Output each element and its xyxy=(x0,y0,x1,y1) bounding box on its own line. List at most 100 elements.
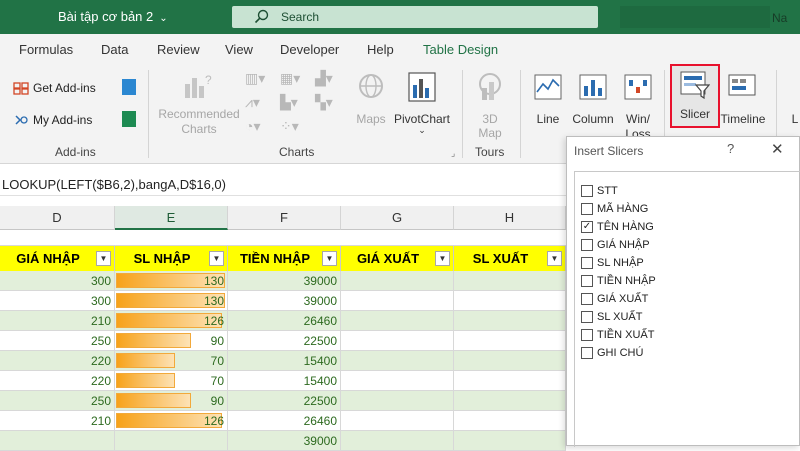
table-cell[interactable]: 300 xyxy=(0,291,115,311)
line-chart-icon[interactable]: ⩘▾ xyxy=(245,94,273,114)
table-cell[interactable]: 39000 xyxy=(228,271,341,291)
table-cell[interactable]: 22500 xyxy=(228,391,341,411)
worksheet-grid[interactable]: D E F G H GIÁ NHẬP ▼ SL NHẬP ▼ TIỀN NHẬP ▼ … xyxy=(0,206,566,451)
timeline-button[interactable]: Timeline xyxy=(720,70,766,142)
checkbox[interactable] xyxy=(581,185,593,197)
table-cell[interactable]: 250 xyxy=(0,331,115,351)
checkbox[interactable] xyxy=(581,275,593,287)
table-cell[interactable]: 210 xyxy=(0,411,115,431)
table-cell[interactable]: 15400 xyxy=(228,351,341,371)
table-cell[interactable] xyxy=(341,331,454,351)
table-cell[interactable]: 70 xyxy=(115,371,228,391)
bing-icon[interactable] xyxy=(122,79,136,95)
checkbox-checked[interactable]: ✓ xyxy=(581,221,593,233)
table-cell[interactable]: 90 xyxy=(115,391,228,411)
table-cell[interactable]: 250 xyxy=(0,391,115,411)
table-cell[interactable] xyxy=(341,391,454,411)
pivotchart-button[interactable]: PivotChart ⌄ xyxy=(392,70,452,142)
table-cell[interactable] xyxy=(454,431,566,451)
table-cell[interactable] xyxy=(341,311,454,331)
table-cell[interactable] xyxy=(454,291,566,311)
table-cell[interactable]: 210 xyxy=(0,311,115,331)
sparkline-column-button[interactable]: Column xyxy=(570,70,616,142)
table-cell[interactable]: 130 xyxy=(115,271,228,291)
combo-chart-icon[interactable]: ▚▾ xyxy=(315,94,343,114)
filter-dropdown-icon[interactable]: ▼ xyxy=(322,251,337,266)
table-cell[interactable]: 15400 xyxy=(228,371,341,391)
table-cell[interactable]: 220 xyxy=(0,351,115,371)
table-header-gia-nhap[interactable]: GIÁ NHẬP ▼ xyxy=(0,246,115,271)
user-name[interactable]: Na xyxy=(772,11,787,25)
filter-dropdown-icon[interactable]: ▼ xyxy=(435,251,450,266)
table-cell[interactable]: 26460 xyxy=(228,411,341,431)
column-header-g[interactable]: G xyxy=(341,206,454,230)
checkbox[interactable] xyxy=(581,311,593,323)
checkbox[interactable] xyxy=(581,293,593,305)
table-header-gia-xuat[interactable]: GIÁ XUẤT ▼ xyxy=(341,246,454,271)
filter-dropdown-icon[interactable]: ▼ xyxy=(547,251,562,266)
column-header-f[interactable]: F xyxy=(228,206,341,230)
table-cell[interactable]: 126 xyxy=(115,411,228,431)
tab-developer[interactable]: Developer xyxy=(280,42,339,57)
table-cell[interactable]: 126 xyxy=(115,311,228,331)
search-box[interactable]: Search xyxy=(232,6,598,28)
dialog-launcher-icon[interactable]: ⌟ xyxy=(451,148,461,158)
visio-icon[interactable] xyxy=(122,111,136,127)
checkbox[interactable] xyxy=(581,347,593,359)
table-cell[interactable] xyxy=(341,431,454,451)
3d-map-button[interactable]: 3D Map xyxy=(470,70,510,142)
sparkline-winloss-button[interactable]: Win/ Loss xyxy=(618,70,658,142)
table-cell[interactable]: 26460 xyxy=(228,311,341,331)
close-icon[interactable]: ✕ xyxy=(771,140,784,158)
tab-review[interactable]: Review xyxy=(157,42,200,57)
tab-formulas[interactable]: Formulas xyxy=(19,42,73,57)
column-header-e[interactable]: E xyxy=(115,206,228,230)
table-cell[interactable] xyxy=(0,431,115,451)
pie-chart-icon[interactable]: ◔▾ xyxy=(245,118,273,138)
slicer-button[interactable]: Slicer xyxy=(670,64,720,128)
table-cell[interactable]: 39000 xyxy=(228,431,341,451)
table-cell[interactable]: 39000 xyxy=(228,291,341,311)
document-title[interactable]: Bài tập cơ bản 2 ⌄ xyxy=(58,9,168,24)
table-cell[interactable]: 90 xyxy=(115,331,228,351)
formula-bar[interactable]: LOOKUP(LEFT($B6,2),bangA,D$16,0) xyxy=(0,168,566,196)
help-icon[interactable]: ? xyxy=(727,141,734,156)
table-cell[interactable] xyxy=(341,411,454,431)
checkbox[interactable] xyxy=(581,329,593,341)
table-cell[interactable] xyxy=(454,311,566,331)
table-cell[interactable]: 300 xyxy=(0,271,115,291)
table-cell[interactable]: 22500 xyxy=(228,331,341,351)
sparkline-line-button[interactable]: Line xyxy=(528,70,568,142)
maps-button[interactable]: Maps xyxy=(352,70,390,142)
table-cell[interactable] xyxy=(454,331,566,351)
link-button[interactable]: L xyxy=(790,70,800,142)
table-cell[interactable] xyxy=(341,351,454,371)
checkbox[interactable] xyxy=(581,239,593,251)
formula-text[interactable]: LOOKUP(LEFT($B6,2),bangA,D$16,0) xyxy=(2,177,226,192)
filter-dropdown-icon[interactable]: ▼ xyxy=(209,251,224,266)
table-cell[interactable]: 220 xyxy=(0,371,115,391)
table-header-sl-xuat[interactable]: SL XUẤT ▼ xyxy=(454,246,566,271)
column-header-h[interactable]: H xyxy=(454,206,566,230)
table-cell[interactable] xyxy=(341,291,454,311)
column-chart-icon[interactable]: ▥▾ xyxy=(245,70,273,90)
get-addins-button[interactable]: Get Add-ins xyxy=(13,79,133,97)
my-addins-button[interactable]: My Add-ins xyxy=(13,111,133,129)
checkbox[interactable] xyxy=(581,203,593,215)
tab-view[interactable]: View xyxy=(225,42,253,57)
table-cell[interactable] xyxy=(454,351,566,371)
tab-table-design[interactable]: Table Design xyxy=(423,42,498,57)
table-cell[interactable] xyxy=(115,431,228,451)
checkbox[interactable] xyxy=(581,257,593,269)
recommended-charts-button[interactable]: ? Recommended Charts xyxy=(155,70,243,142)
table-cell[interactable]: 70 xyxy=(115,351,228,371)
hierarchy-chart-icon[interactable]: ▦▾ xyxy=(280,70,308,90)
scatter-chart-icon[interactable]: ⁘▾ xyxy=(280,118,308,138)
tab-data[interactable]: Data xyxy=(101,42,128,57)
empty-row[interactable] xyxy=(0,230,566,246)
statistic-chart-icon[interactable]: ▙▾ xyxy=(280,94,308,114)
column-header-d[interactable]: D xyxy=(0,206,115,230)
table-cell[interactable] xyxy=(454,411,566,431)
table-header-tien-nhap[interactable]: TIỀN NHẬP ▼ xyxy=(228,246,341,271)
table-cell[interactable] xyxy=(454,371,566,391)
